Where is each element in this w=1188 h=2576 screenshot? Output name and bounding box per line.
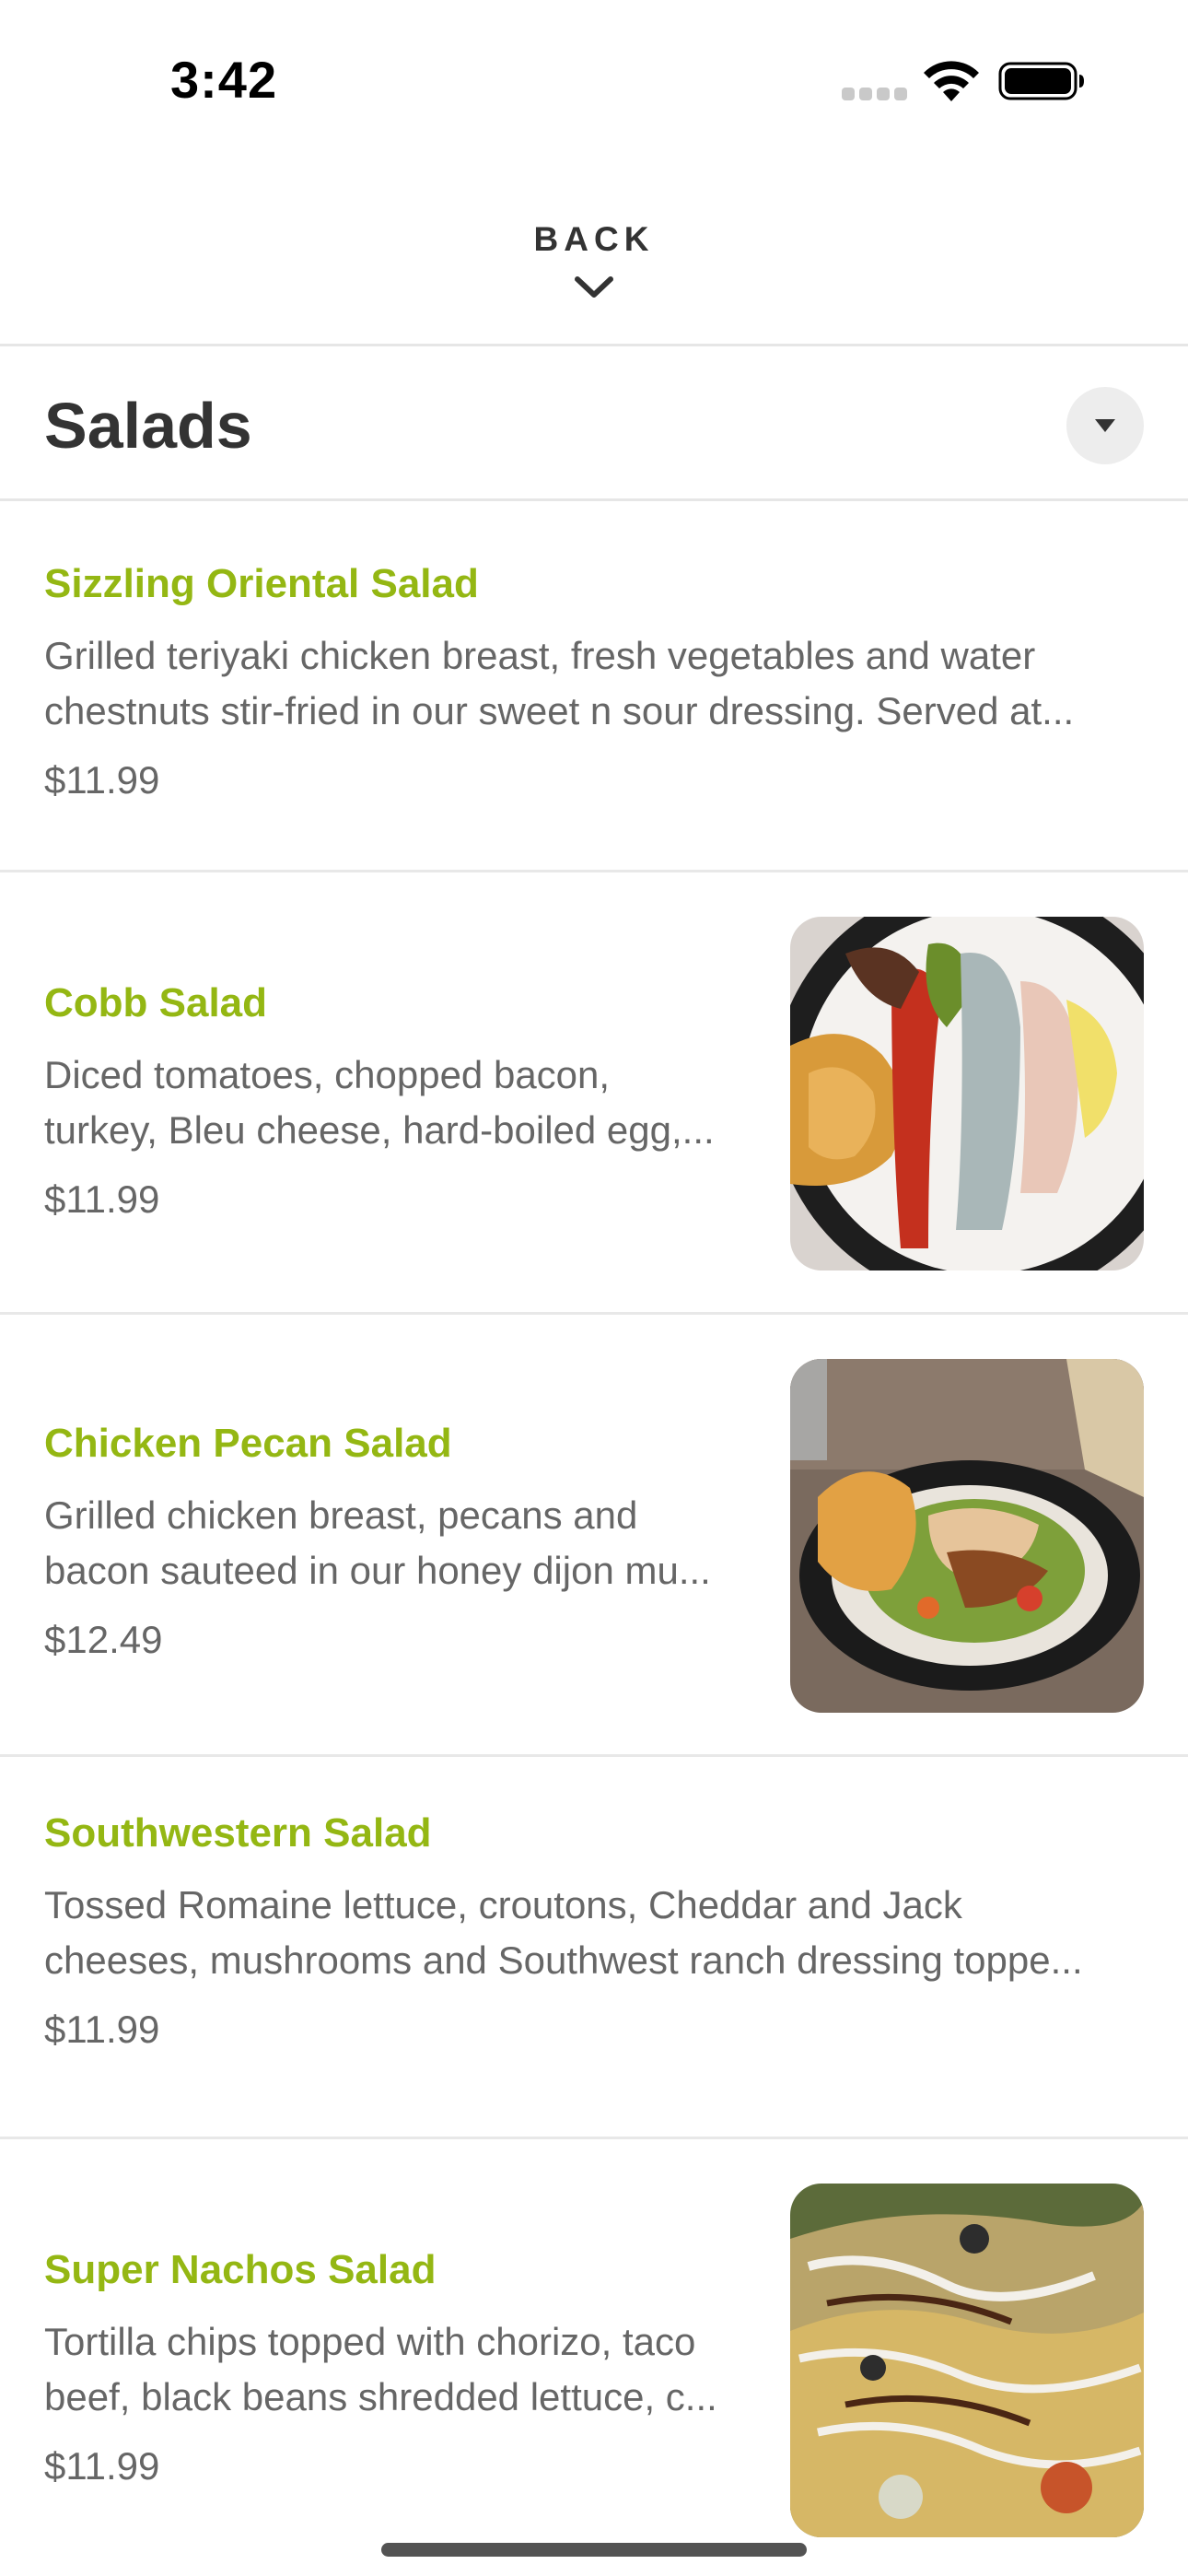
category-collapse-button[interactable] bbox=[1066, 387, 1144, 464]
item-price: $11.99 bbox=[44, 758, 160, 802]
item-name: Cobb Salad bbox=[44, 980, 268, 1025]
item-price: $11.99 bbox=[44, 1177, 160, 1221]
item-description: Grilled chicken breast, pecans and bacon… bbox=[44, 1493, 711, 1592]
battery-icon bbox=[998, 62, 1084, 100]
item-price: $11.99 bbox=[44, 2008, 160, 2051]
status-bar: 3:42 bbox=[0, 0, 1188, 161]
status-time: 3:42 bbox=[170, 51, 278, 109]
home-indicator[interactable] bbox=[381, 2543, 807, 2557]
item-photo[interactable] bbox=[790, 917, 1144, 1270]
item-description: Grilled teriyaki chicken breast, fresh v… bbox=[44, 634, 1075, 732]
category-header: Salads bbox=[0, 346, 1188, 501]
menu-item[interactable]: Southwestern Salad Tossed Romaine lettuc… bbox=[0, 1757, 1188, 2139]
item-name: Southwestern Salad bbox=[44, 1810, 432, 1856]
back-button[interactable]: BACK bbox=[0, 220, 1188, 259]
item-description: Tossed Romaine lettuce, croutons, Chedda… bbox=[44, 1883, 1083, 1982]
menu-item[interactable]: Cobb Salad Diced tomatoes, chopped bacon… bbox=[0, 872, 1188, 1315]
menu-item[interactable]: Sizzling Oriental Salad Grilled teriyaki… bbox=[0, 501, 1188, 872]
item-price: $11.99 bbox=[44, 2444, 160, 2488]
menu-category-screen: 3:42 BACK Salads Sizzling Oriental Salad… bbox=[0, 0, 1188, 2576]
item-description: Tortilla chips topped with chorizo, taco… bbox=[44, 2320, 717, 2418]
chevron-down-icon[interactable] bbox=[574, 275, 614, 299]
cobb-salad-photo bbox=[790, 917, 1144, 1270]
caret-down-icon bbox=[1095, 419, 1115, 432]
super-nachos-salad-photo bbox=[790, 2184, 1144, 2537]
item-photo[interactable] bbox=[790, 1359, 1144, 1713]
wifi-icon bbox=[924, 61, 979, 101]
chicken-pecan-salad-photo bbox=[790, 1359, 1144, 1713]
item-name: Sizzling Oriental Salad bbox=[44, 561, 479, 606]
item-name: Super Nachos Salad bbox=[44, 2247, 437, 2292]
item-price: $12.49 bbox=[44, 1618, 163, 1661]
menu-item[interactable]: Chicken Pecan Salad Grilled chicken brea… bbox=[0, 1315, 1188, 1757]
menu-item[interactable]: Super Nachos Salad Tortilla chips topped… bbox=[0, 2139, 1188, 2576]
back-header[interactable]: BACK bbox=[0, 161, 1188, 346]
item-name: Chicken Pecan Salad bbox=[44, 1421, 452, 1466]
cellular-signal-icon bbox=[842, 88, 907, 100]
item-photo[interactable] bbox=[790, 2184, 1144, 2537]
item-description: Diced tomatoes, chopped bacon, turkey, B… bbox=[44, 1053, 715, 1152]
category-title: Salads bbox=[44, 390, 252, 462]
